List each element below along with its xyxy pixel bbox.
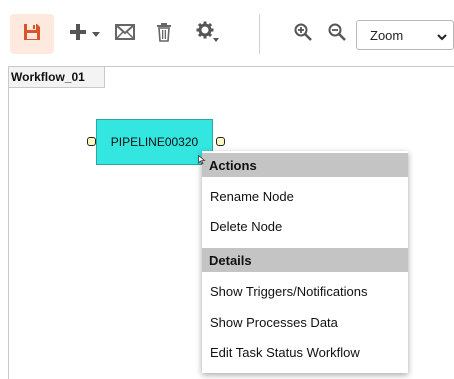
node-label: PIPELINE00320 — [110, 135, 199, 149]
zoom-in-button[interactable] — [290, 14, 316, 54]
menu-item-show-triggers[interactable]: Show Triggers/Notifications — [202, 276, 408, 306]
menu-item-show-processes-data[interactable]: Show Processes Data — [202, 307, 408, 337]
zoom-out-icon — [328, 23, 346, 46]
zoom-in-icon — [294, 23, 312, 46]
trash-icon — [156, 22, 172, 47]
email-button[interactable] — [110, 14, 140, 54]
zoom-out-button[interactable] — [324, 14, 350, 54]
menu-section-actions: Actions — [202, 153, 408, 177]
mail-icon — [115, 23, 135, 45]
menu-item-rename-node[interactable]: Rename Node — [202, 181, 408, 211]
plus-icon — [68, 22, 88, 47]
menu-item-delete-node[interactable]: Delete Node — [202, 211, 408, 241]
gear-icon — [196, 21, 220, 48]
workflow-node[interactable]: PIPELINE00320 — [96, 119, 213, 165]
save-icon — [22, 22, 42, 47]
node-input-port[interactable] — [87, 137, 96, 146]
save-button[interactable] — [10, 14, 54, 54]
workflow-editor: Zoom Workflow_01 PIPELINE00320 Actions R… — [0, 0, 454, 379]
delete-button[interactable] — [150, 14, 178, 54]
toolbar-divider — [259, 14, 260, 54]
add-button[interactable] — [64, 14, 104, 54]
context-menu: Actions Rename Node Delete Node Details … — [202, 151, 408, 373]
workflow-tab[interactable]: Workflow_01 — [8, 66, 105, 88]
toolbar: Zoom — [0, 0, 454, 64]
zoom-select-value: Zoom — [370, 27, 404, 43]
settings-button[interactable] — [192, 14, 224, 54]
menu-section-details: Details — [202, 248, 408, 272]
zoom-select[interactable]: Zoom — [356, 20, 454, 50]
chevron-down-icon — [437, 30, 447, 45]
menu-item-edit-task-status-workflow[interactable]: Edit Task Status Workflow — [202, 337, 408, 367]
chevron-down-icon — [92, 25, 100, 43]
node-output-port[interactable] — [216, 137, 225, 146]
mouse-cursor-icon — [198, 152, 206, 170]
